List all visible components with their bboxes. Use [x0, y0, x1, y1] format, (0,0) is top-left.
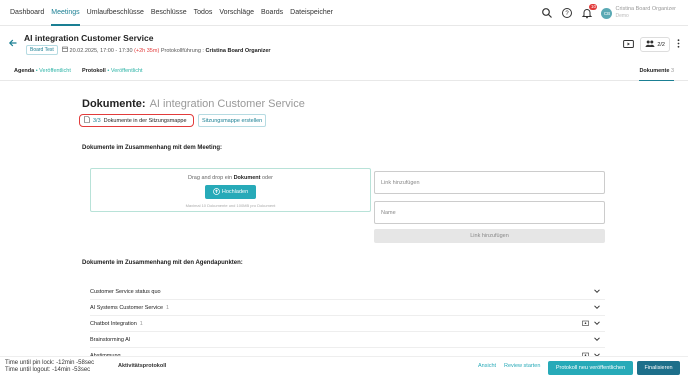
protokoll-label: Protokoll: [82, 68, 106, 74]
agenda-status: • Veröffentlicht: [35, 68, 71, 74]
participants-count: 2/2: [657, 41, 665, 48]
help-icon[interactable]: ?: [561, 7, 573, 19]
agenda-item[interactable]: Brainstorming AI: [90, 332, 605, 348]
meeting-header: AI integration Customer Service Board Te…: [0, 27, 688, 63]
top-right-tools: ? 10 CB Cristina Board Organizer Demo: [533, 0, 676, 26]
dropzone-hint: Maximal 10 Dokumente und 100MB pro Dokum…: [185, 203, 276, 208]
more-vertical-icon[interactable]: [677, 39, 680, 50]
agenda-item-count: 1: [139, 320, 143, 327]
back-arrow-icon[interactable]: [8, 38, 18, 48]
session-timers: Time until pin lock: -12min -58sec Time …: [5, 360, 94, 374]
nav-todos[interactable]: Todos: [194, 0, 213, 26]
nav-boards[interactable]: Boards: [261, 0, 283, 26]
agenda-item-label: AI Systems Customer Service: [90, 304, 164, 311]
upload-button[interactable]: Hochladen: [205, 185, 256, 199]
agenda-item-label: Customer Service status quo: [90, 288, 161, 295]
sitzungsmappe-status[interactable]: 3/3 Dokumente in der Sitzungsmappe: [79, 114, 194, 127]
page-title-meeting: AI integration Customer Service: [149, 98, 305, 110]
protokoll-person: Cristina Board Organizer: [205, 48, 271, 54]
view-button[interactable]: Ansicht: [478, 363, 496, 369]
agenda-item[interactable]: Chatbot Integration 1: [90, 316, 605, 332]
people-icon: [645, 40, 655, 49]
agenda-item[interactable]: AI Systems Customer Service 1: [90, 300, 605, 316]
chevron-down-icon[interactable]: [593, 303, 601, 311]
upload-dropzone[interactable]: Drag and drop ein Dokument oder Hochlade…: [90, 168, 371, 212]
section-agenda-documents: Dokumente im Zusammenhang mit den Agenda…: [82, 260, 243, 266]
user-block[interactable]: Cristina Board Organizer Demo: [615, 6, 676, 20]
chevron-down-icon[interactable]: [593, 287, 601, 295]
review-button[interactable]: Review starten: [504, 363, 540, 369]
chevron-down-icon[interactable]: [593, 319, 601, 327]
dropzone-text: Drag and drop ein Dokument oder: [188, 175, 273, 181]
present-doc-icon[interactable]: [582, 320, 589, 327]
document-icon: [84, 116, 90, 125]
header-actions: 2/2: [623, 37, 680, 52]
nav-vorschlaege[interactable]: Vorschläge: [219, 0, 254, 26]
date-text: 20.02.2025, 17:00 - 17:30: [69, 48, 133, 54]
user-name: Cristina Board Organizer: [615, 6, 676, 12]
protokoll-label: Protokollführung :: [160, 48, 204, 54]
mappe-text: Dokumente in der Sitzungsmappe: [103, 117, 187, 124]
overtime-text: (+2h 35m): [134, 48, 160, 54]
nav-dateispeicher[interactable]: Dateispeicher: [290, 0, 333, 26]
nav-meetings[interactable]: Meetings: [51, 0, 81, 26]
meeting-title: AI integration Customer Service: [24, 33, 154, 43]
dokumente-count: 3: [670, 68, 674, 74]
page-title-label: Dokumente:: [82, 98, 146, 110]
notification-badge: 10: [589, 4, 598, 10]
sub-nav: Agenda • Veröffentlicht Protokoll • Verö…: [0, 63, 688, 81]
upload-label: Hochladen: [221, 189, 249, 195]
protokoll-status: • Veröffentlicht: [107, 68, 143, 74]
tab-dokumente[interactable]: Dokumente 3: [639, 68, 674, 81]
bell-icon[interactable]: 10: [581, 4, 598, 19]
activity-log-button[interactable]: Aktivitätsprotokoll: [118, 363, 166, 369]
upload-icon: [212, 187, 220, 197]
agenda-label: Agenda: [14, 68, 35, 74]
page-title: Dokumente: AI integration Customer Servic…: [82, 98, 305, 110]
svg-text:?: ?: [566, 11, 570, 17]
add-link-button[interactable]: Link hinzufügen: [374, 229, 605, 243]
section-meeting-documents: Dokumente im Zusammenhang mit dem Meetin…: [82, 145, 223, 151]
calendar-icon: [62, 46, 70, 54]
agenda-item[interactable]: Customer Service status quo: [90, 284, 605, 300]
pin-lock-timer: Time until pin lock: -12min -58sec: [5, 360, 95, 366]
nav-umlaufbeschluesse[interactable]: Umlaufbeschlüsse: [87, 0, 144, 26]
avatar[interactable]: CB: [601, 7, 613, 19]
present-icon[interactable]: [623, 39, 635, 51]
top-nav: Dashboard Meetings Umlaufbeschlüsse Besc…: [0, 0, 688, 26]
user-role: Demo: [615, 13, 629, 19]
search-icon[interactable]: [541, 7, 553, 19]
mappe-count: 3/3: [93, 117, 101, 124]
dokumente-label: Dokumente: [639, 68, 670, 74]
meeting-date: 20.02.2025, 17:00 - 17:30 (+2h 35m) Prot…: [62, 46, 271, 54]
nav-dashboard[interactable]: Dashboard: [10, 0, 44, 26]
board-tag[interactable]: Board Test: [26, 45, 58, 55]
finalize-button[interactable]: Finalisieren: [637, 361, 680, 375]
participants-button[interactable]: 2/2: [640, 37, 670, 52]
name-input[interactable]: Name: [374, 201, 605, 224]
agenda-item-label: Brainstorming AI: [90, 336, 131, 343]
tab-protokoll[interactable]: Protokoll • Veröffentlicht: [82, 68, 143, 74]
logout-timer: Time until logout: -14min -53sec: [5, 367, 91, 373]
bottom-bar: Time until pin lock: -12min -58sec Time …: [0, 356, 688, 380]
chevron-down-icon[interactable]: [593, 335, 601, 343]
republish-button[interactable]: Protokoll neu veröffentlichen: [548, 361, 633, 375]
create-mappe-button[interactable]: Sitzungsmappe erstellen: [198, 114, 267, 127]
link-input[interactable]: Link hinzufügen: [374, 171, 605, 194]
tab-agenda[interactable]: Agenda • Veröffentlicht: [14, 68, 71, 74]
agenda-item-label: Chatbot Integration: [90, 320, 137, 327]
nav-beschluesse[interactable]: Beschlüsse: [151, 0, 187, 26]
agenda-item-count: 1: [166, 304, 170, 311]
